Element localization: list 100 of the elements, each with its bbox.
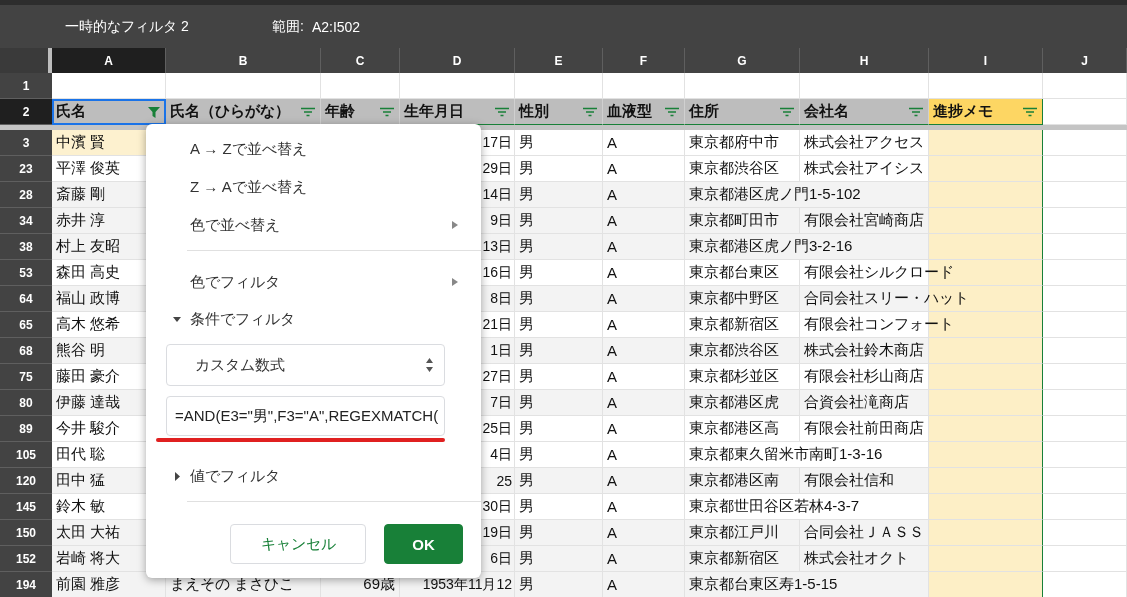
- table-cell: 東京都港区虎: [685, 390, 800, 416]
- table-cell: 前園 雅彦: [52, 572, 166, 597]
- table-cell: 東京都渋谷区: [685, 156, 800, 182]
- table-cell: 男: [515, 494, 603, 520]
- row-header[interactable]: 38: [0, 234, 52, 260]
- cancel-button[interactable]: キャンセル: [230, 524, 366, 564]
- table-cell: 東京都東久留米市南町1-3-16: [685, 442, 929, 468]
- submenu-arrow-icon: [451, 277, 459, 287]
- table-cell: 東京都台東区: [685, 260, 800, 286]
- header-cell: 年齢: [321, 99, 400, 125]
- table-cell: 有限会社コンフォート: [800, 312, 1043, 338]
- header-cell: 会社名: [800, 99, 929, 125]
- row-header[interactable]: 28: [0, 182, 52, 208]
- table-cell: 男: [515, 182, 603, 208]
- row-header[interactable]: 65: [0, 312, 52, 338]
- column-header[interactable]: H: [800, 48, 929, 73]
- table-cell: A: [603, 546, 685, 572]
- formula-field[interactable]: =AND(E3="男",F3="A",REGEXMATCH(: [166, 396, 445, 436]
- table-cell: 東京都新宿区: [685, 546, 800, 572]
- filter-icon[interactable]: [779, 106, 795, 117]
- table-cell: 男: [515, 364, 603, 390]
- column-header[interactable]: A: [52, 48, 166, 73]
- filter-icon[interactable]: [664, 106, 680, 117]
- filter-icon[interactable]: [1022, 106, 1038, 117]
- funnel-icon[interactable]: [147, 104, 161, 119]
- table-cell: 男: [515, 390, 603, 416]
- column-header[interactable]: E: [515, 48, 603, 73]
- row-header[interactable]: 1: [0, 73, 52, 99]
- table-cell: 東京都港区虎ノ門3-2-16: [685, 234, 929, 260]
- column-header[interactable]: C: [321, 48, 400, 73]
- table-cell: A: [603, 234, 685, 260]
- row-header[interactable]: 68: [0, 338, 52, 364]
- row-header[interactable]: 120: [0, 468, 52, 494]
- table-cell: 合同会社ＪＡＳＳ: [800, 520, 1043, 546]
- filter-icon[interactable]: [379, 106, 395, 117]
- table-cell: 男: [515, 338, 603, 364]
- column-header[interactable]: I: [929, 48, 1043, 73]
- table-cell: A: [603, 468, 685, 494]
- column-header[interactable]: J: [1043, 48, 1127, 73]
- table-cell: 有限会社前田商店: [800, 416, 1043, 442]
- table-cell: A: [603, 312, 685, 338]
- table-cell: 男: [515, 286, 603, 312]
- filter-icon[interactable]: [908, 106, 924, 117]
- table-cell: 男: [515, 468, 603, 494]
- row-header[interactable]: 2: [0, 99, 52, 125]
- table-cell: 男: [515, 130, 603, 156]
- row-header[interactable]: 89: [0, 416, 52, 442]
- table-cell: A: [603, 416, 685, 442]
- row-header[interactable]: 152: [0, 546, 52, 572]
- ok-button[interactable]: OK: [384, 524, 463, 564]
- column-header[interactable]: B: [166, 48, 321, 73]
- row-header[interactable]: 150: [0, 520, 52, 546]
- table-cell: 東京都中野区: [685, 286, 800, 312]
- row-header[interactable]: 75: [0, 364, 52, 390]
- row-header[interactable]: 194: [0, 572, 52, 597]
- table-cell: 合資会社滝商店: [800, 390, 1043, 416]
- table-cell: 株式会社アクセス: [800, 130, 1043, 156]
- row-header[interactable]: 34: [0, 208, 52, 234]
- table-cell: 東京都杉並区: [685, 364, 800, 390]
- row-header[interactable]: 105: [0, 442, 52, 468]
- table-cell: 男: [515, 546, 603, 572]
- table-cell: 東京都町田市: [685, 208, 800, 234]
- select-all-corner[interactable]: [0, 48, 52, 73]
- column-header[interactable]: F: [603, 48, 685, 73]
- table-cell: A: [603, 260, 685, 286]
- table-cell: 有限会社宮崎商店: [800, 208, 1043, 234]
- filter-icon[interactable]: [494, 106, 510, 117]
- row-header[interactable]: 64: [0, 286, 52, 312]
- header-cell: 血液型: [603, 99, 685, 125]
- table-cell: 東京都港区南: [685, 468, 800, 494]
- filter-icon[interactable]: [582, 106, 598, 117]
- collapsed-caret-icon: [172, 472, 182, 481]
- row-header[interactable]: 80: [0, 390, 52, 416]
- table-cell: 東京都江戸川: [685, 520, 800, 546]
- table-cell: A: [603, 494, 685, 520]
- table-cell: 株式会社鈴木商店: [800, 338, 1043, 364]
- table-cell: A: [603, 182, 685, 208]
- row-header[interactable]: 145: [0, 494, 52, 520]
- table-cell: A: [603, 286, 685, 312]
- header-cell: 氏名（ひらがな）: [166, 99, 321, 125]
- table-cell: 東京都渋谷区: [685, 338, 800, 364]
- table-cell: A: [603, 572, 685, 597]
- dropdown-arrows-icon: [425, 357, 434, 373]
- table-cell: 男: [515, 208, 603, 234]
- table-cell: 男: [515, 260, 603, 286]
- expanded-caret-icon: [172, 316, 182, 323]
- table-cell: 男: [515, 520, 603, 546]
- filter-icon[interactable]: [300, 106, 316, 117]
- table-cell: 東京都港区虎ノ門1-5-102: [685, 182, 929, 208]
- column-header[interactable]: G: [685, 48, 800, 73]
- column-header[interactable]: D: [400, 48, 515, 73]
- table-cell: A: [603, 520, 685, 546]
- table-cell: 男: [515, 156, 603, 182]
- table-cell: 東京都港区高: [685, 416, 800, 442]
- condition-dropdown[interactable]: カスタム数式: [166, 344, 445, 386]
- row-header[interactable]: 53: [0, 260, 52, 286]
- row-header[interactable]: 3: [0, 130, 52, 156]
- header-cell: 生年月日: [400, 99, 515, 125]
- row-header[interactable]: 23: [0, 156, 52, 182]
- table-cell: 男: [515, 312, 603, 338]
